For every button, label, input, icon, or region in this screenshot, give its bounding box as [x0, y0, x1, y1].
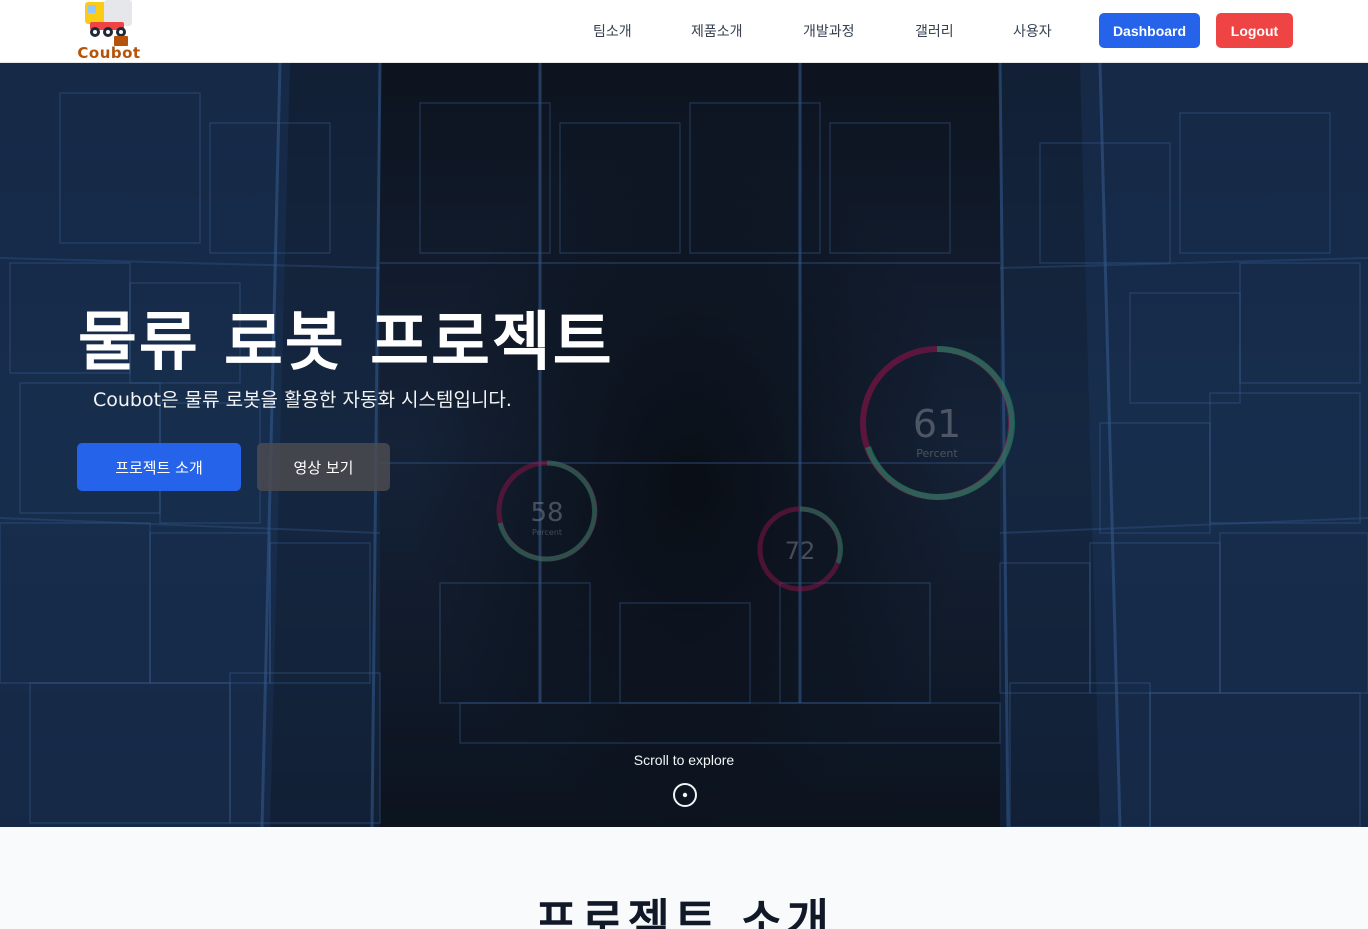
top-navbar: Coubot 팀소개 제품소개 개발과정 갤러리 사용자 Dashboard L…	[0, 0, 1368, 63]
logout-button[interactable]: Logout	[1216, 13, 1293, 48]
scroll-down-icon[interactable]	[672, 782, 698, 808]
section-title: 프로젝트 소개	[535, 894, 833, 929]
hero-section: 61 Percent 58 Percent 72 물류 로봇 프로젝트 Coub…	[0, 63, 1368, 827]
nav-link-product[interactable]: 제품소개	[691, 21, 743, 41]
dashboard-button[interactable]: Dashboard	[1099, 13, 1200, 48]
nav-link-gallery[interactable]: 갤러리	[915, 21, 954, 41]
hero-title: 물류 로봇 프로젝트	[78, 306, 614, 380]
hero-subtitle: Coubot은 물류 로봇을 활용한 자동화 시스템입니다.	[93, 389, 512, 411]
nav-link-development[interactable]: 개발과정	[803, 21, 855, 41]
nav-link-user[interactable]: 사용자	[1013, 21, 1052, 41]
project-intro-section: 프로젝트 소개	[0, 827, 1368, 929]
watch-video-button[interactable]: 영상 보기	[257, 443, 390, 491]
scroll-hint: Scroll to explore	[633, 752, 735, 768]
nav-link-team[interactable]: 팀소개	[593, 21, 632, 41]
project-intro-button[interactable]: 프로젝트 소개	[77, 443, 241, 491]
